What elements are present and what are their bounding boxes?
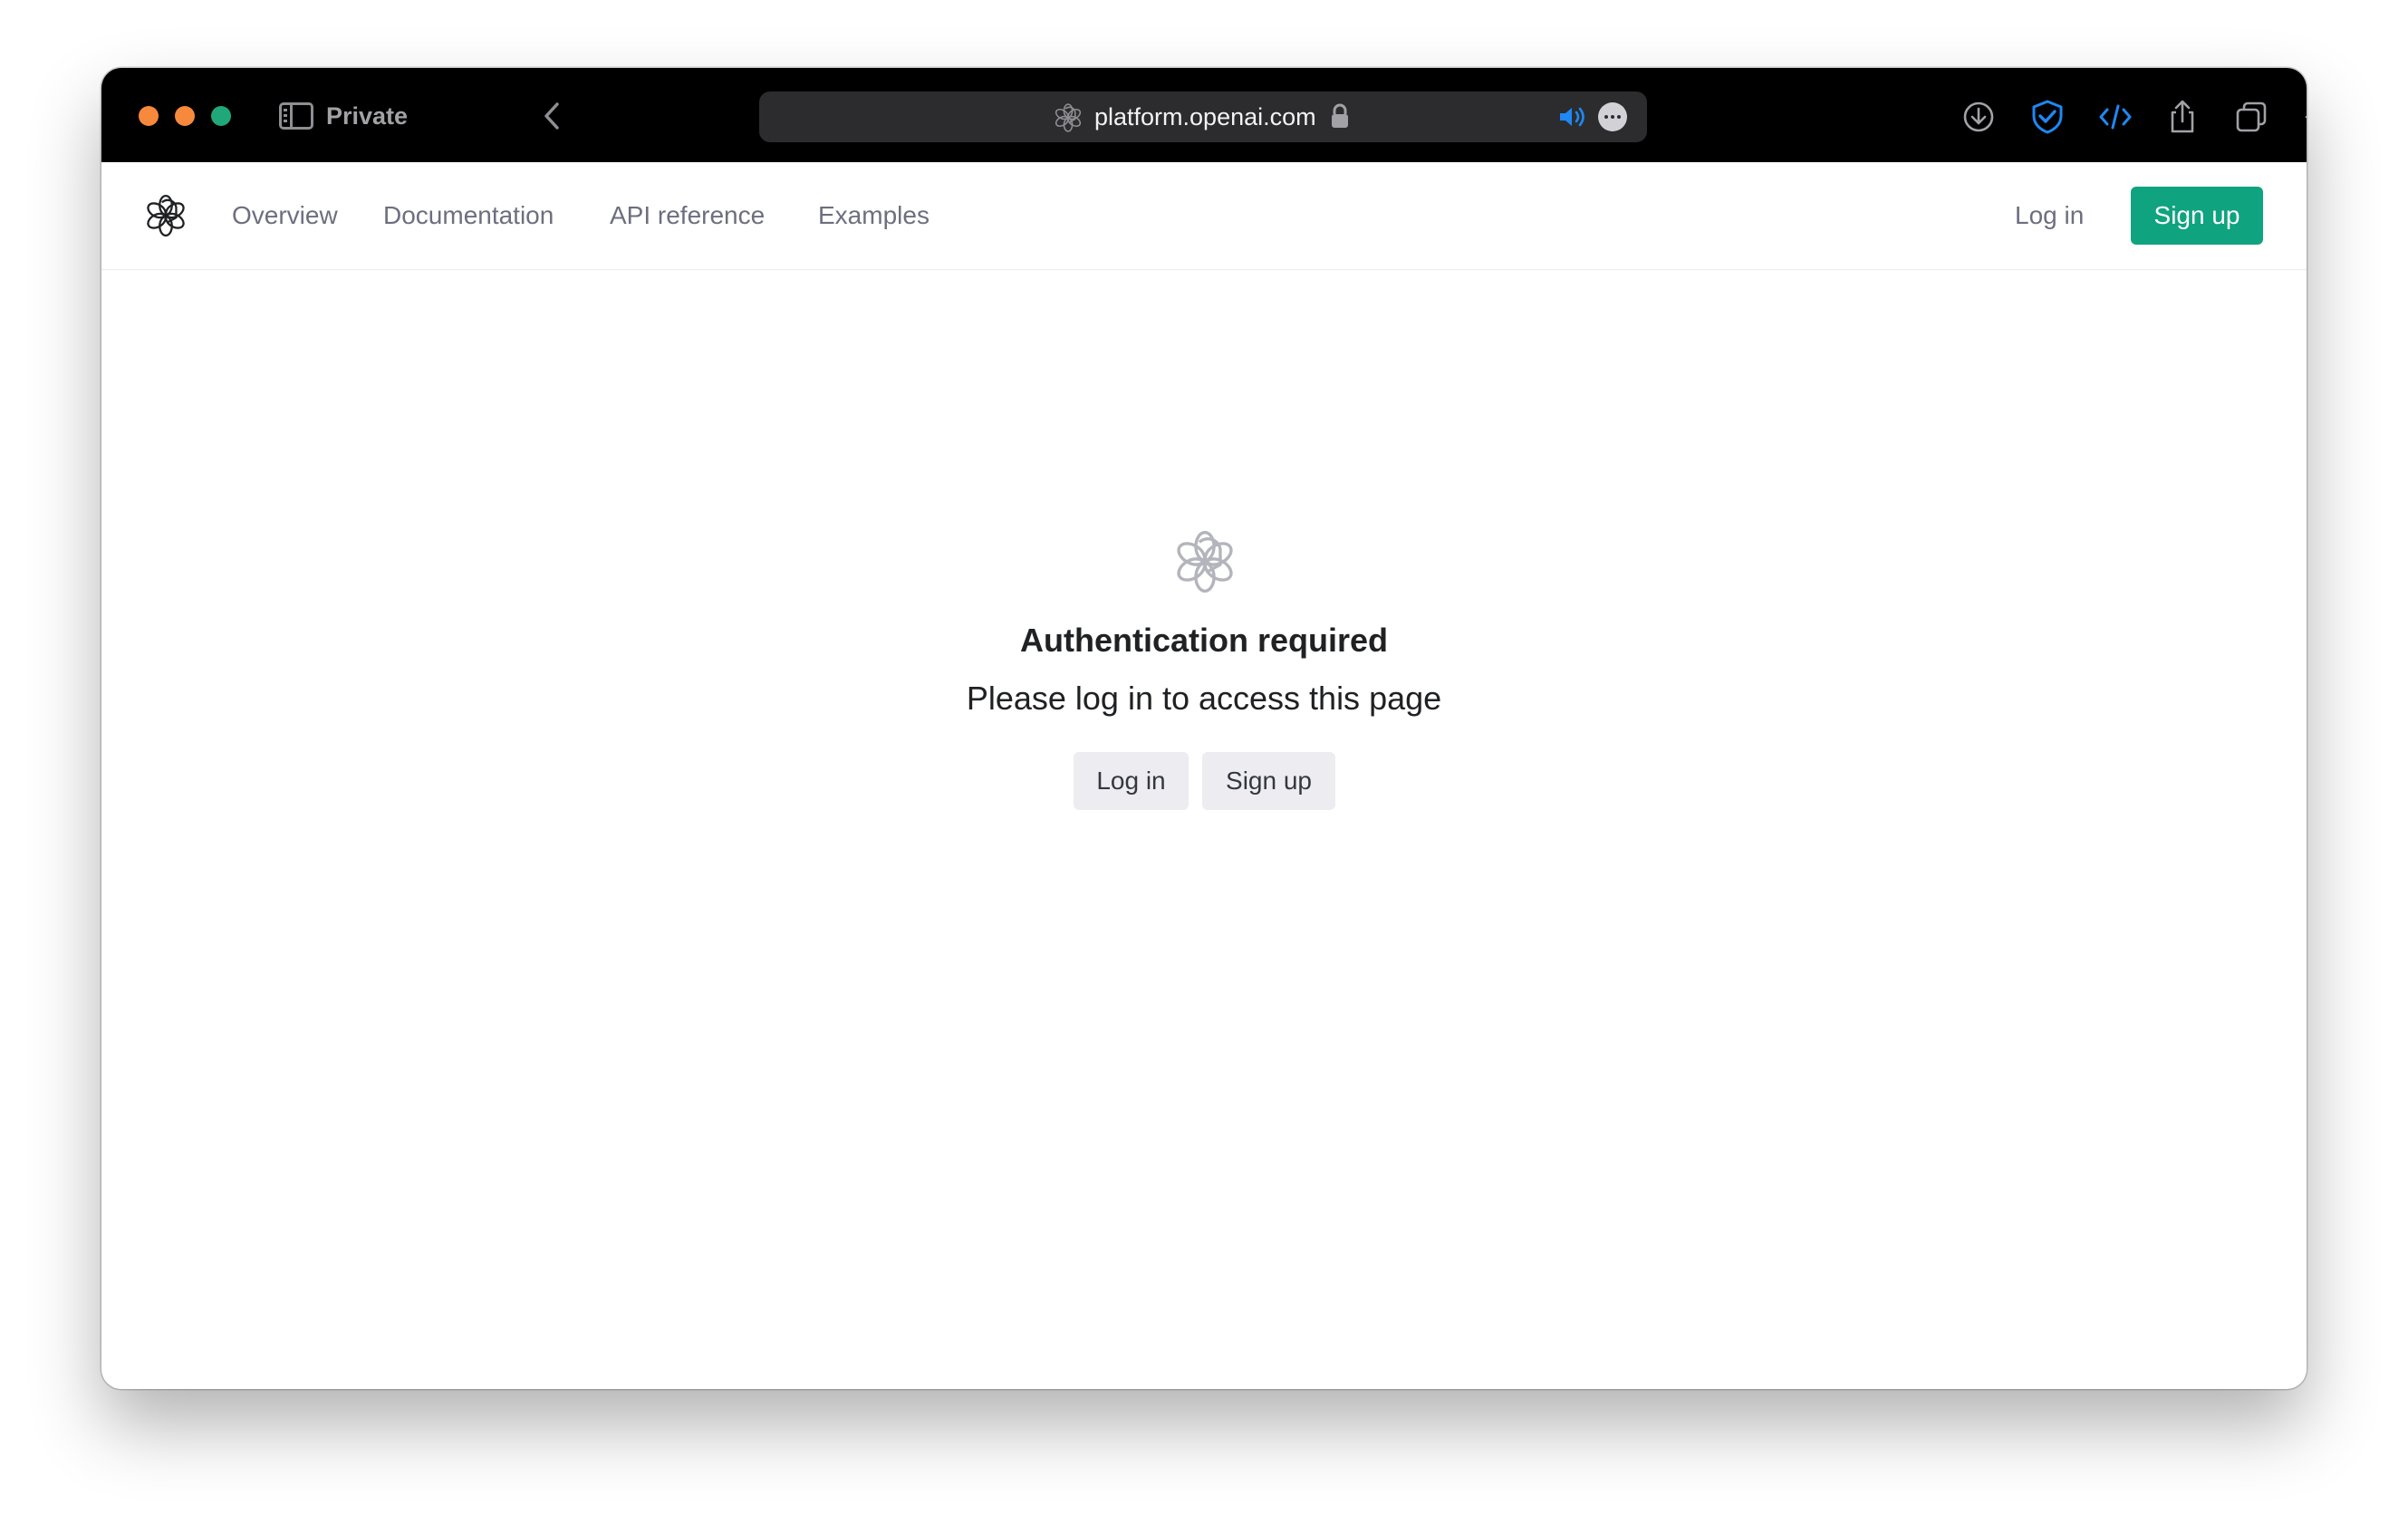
download-icon[interactable] bbox=[1960, 99, 1997, 135]
minimize-window-button[interactable] bbox=[175, 106, 195, 126]
tabs-icon[interactable] bbox=[2233, 99, 2269, 135]
plus-icon[interactable] bbox=[2301, 99, 2307, 135]
private-mode-label: Private bbox=[326, 102, 409, 130]
code-icon[interactable] bbox=[2097, 99, 2133, 135]
sidebar-icon[interactable] bbox=[279, 102, 313, 130]
nav-overview[interactable]: Overview bbox=[232, 198, 338, 233]
browser-toolbar: Private platform.openai.com bbox=[101, 68, 2307, 162]
openai-logo-icon[interactable] bbox=[143, 193, 188, 238]
signup-button[interactable]: Sign up bbox=[1202, 752, 1335, 810]
lock-icon bbox=[1332, 103, 1348, 128]
speaker-icon[interactable] bbox=[1557, 104, 1588, 130]
maximize-window-button[interactable] bbox=[211, 106, 231, 126]
nav-documentation[interactable]: Documentation bbox=[383, 198, 554, 233]
header-signup-button[interactable]: Sign up bbox=[2131, 187, 2263, 245]
openai-logo-icon bbox=[1173, 530, 1237, 593]
nav-examples[interactable]: Examples bbox=[818, 198, 929, 233]
login-button[interactable]: Log in bbox=[1074, 752, 1189, 810]
ellipsis-icon[interactable] bbox=[1598, 102, 1627, 131]
nav-api-reference[interactable]: API reference bbox=[610, 198, 765, 233]
site-header: Overview Documentation API reference Exa… bbox=[101, 162, 2307, 270]
auth-subtitle: Please log in to access this page bbox=[966, 680, 1442, 717]
browser-window: Private platform.openai.com Overview Doc… bbox=[101, 68, 2307, 1389]
close-window-button[interactable] bbox=[139, 106, 159, 126]
chevron-left-icon[interactable] bbox=[540, 101, 563, 131]
shield-check-icon[interactable] bbox=[2029, 99, 2066, 135]
url-text[interactable]: platform.openai.com bbox=[1094, 101, 1316, 133]
openai-icon bbox=[1054, 103, 1083, 132]
auth-title: Authentication required bbox=[1019, 622, 1389, 659]
header-login-link[interactable]: Log in bbox=[2015, 198, 2084, 233]
share-icon[interactable] bbox=[2164, 99, 2201, 135]
